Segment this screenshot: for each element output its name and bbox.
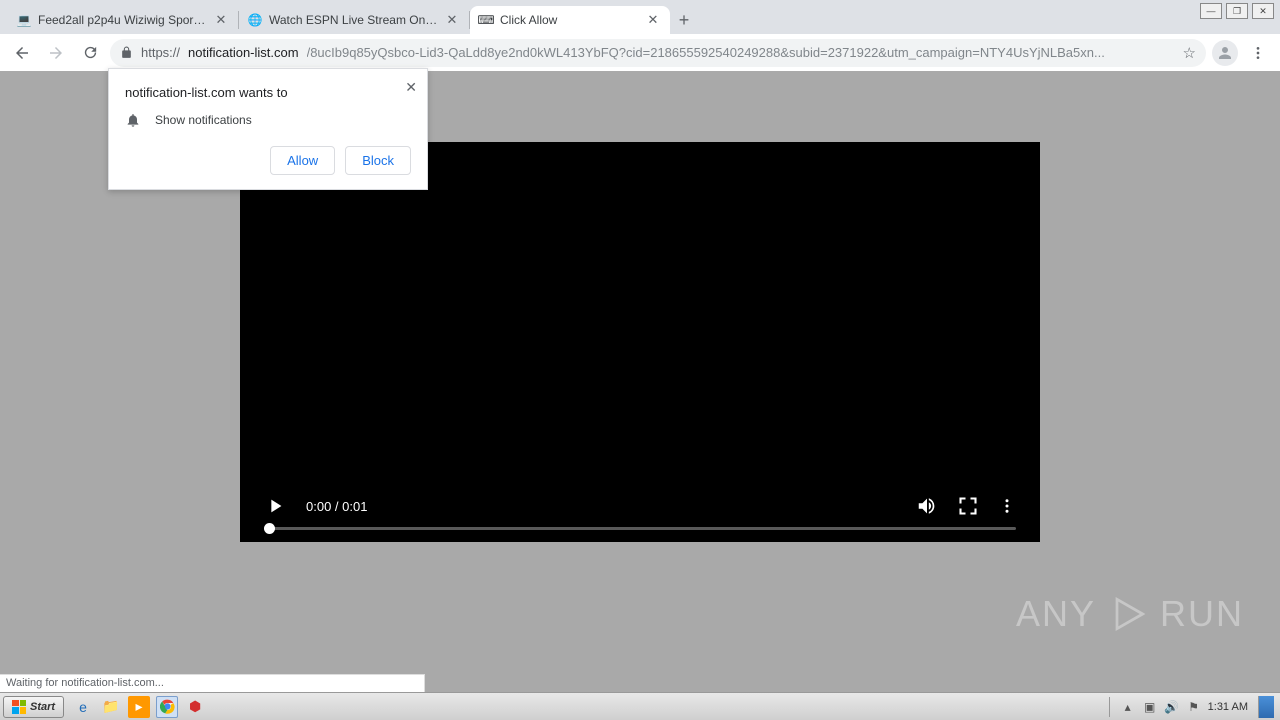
lock-icon bbox=[120, 46, 133, 59]
reload-button[interactable] bbox=[76, 39, 104, 67]
nav-toolbar: https:// notification-list.com/8ucIb9q85y… bbox=[0, 34, 1280, 71]
clock[interactable]: 1:31 AM bbox=[1208, 701, 1248, 713]
shield-icon[interactable]: ⬢ bbox=[184, 696, 206, 718]
close-window-button[interactable]: ✕ bbox=[1252, 3, 1274, 19]
close-icon[interactable]: ✕ bbox=[646, 13, 660, 27]
ie-icon[interactable]: e bbox=[72, 696, 94, 718]
favicon-icon: 💻 bbox=[16, 12, 32, 28]
volume-tray-icon[interactable]: 🔊 bbox=[1164, 699, 1180, 715]
kebab-menu-icon[interactable] bbox=[1244, 39, 1272, 67]
browser-chrome: — ❐ ✕ 💻 Feed2all p2p4u Wiziwig Sports Li… bbox=[0, 0, 1280, 71]
media-player-icon[interactable]: ▸ bbox=[128, 696, 150, 718]
start-label: Start bbox=[30, 701, 55, 713]
video-player[interactable]: 0:00 / 0:01 bbox=[240, 142, 1040, 542]
block-button[interactable]: Block bbox=[345, 146, 411, 175]
taskbar: Start e 📁 ▸ ⬢ ▴ ▣ 🔊 ⚑ 1:31 AM bbox=[0, 692, 1280, 720]
close-icon[interactable]: ✕ bbox=[405, 79, 417, 96]
permission-origin-text: notification-list.com wants to bbox=[125, 85, 411, 100]
tray-app-icon[interactable]: ▣ bbox=[1142, 699, 1158, 715]
notification-permission-dialog: ✕ notification-list.com wants to Show no… bbox=[108, 68, 428, 190]
minimize-button[interactable]: — bbox=[1200, 3, 1222, 19]
system-tray: ▴ ▣ 🔊 ⚑ 1:31 AM bbox=[1105, 696, 1280, 718]
watermark-play-icon bbox=[1106, 592, 1150, 636]
volume-icon[interactable] bbox=[916, 495, 938, 517]
more-options-icon[interactable] bbox=[998, 497, 1016, 515]
back-button[interactable] bbox=[8, 39, 36, 67]
quick-launch: e 📁 ▸ ⬢ bbox=[72, 696, 206, 718]
browser-tab-2[interactable]: ⌨ Click Allow ✕ bbox=[470, 6, 670, 34]
tab-title: Click Allow bbox=[500, 13, 640, 27]
windows-logo-icon bbox=[12, 700, 26, 714]
window-controls: — ❐ ✕ bbox=[1200, 3, 1274, 19]
watermark-right: RUN bbox=[1160, 593, 1244, 635]
forward-button[interactable] bbox=[42, 39, 70, 67]
profile-avatar[interactable] bbox=[1212, 40, 1238, 66]
new-tab-button[interactable]: + bbox=[670, 6, 698, 34]
fullscreen-icon[interactable] bbox=[958, 496, 978, 516]
video-controls: 0:00 / 0:01 bbox=[240, 495, 1040, 530]
allow-button[interactable]: Allow bbox=[270, 146, 335, 175]
watermark: ANY RUN bbox=[1016, 592, 1244, 636]
browser-tab-1[interactable]: 🌐 Watch ESPN Live Stream Online ✕ bbox=[239, 6, 469, 34]
time-display: 0:00 / 0:01 bbox=[306, 499, 367, 514]
tab-title: Feed2all p2p4u Wiziwig Sports Live F bbox=[38, 13, 208, 27]
progress-thumb[interactable] bbox=[264, 523, 275, 534]
explorer-icon[interactable]: 📁 bbox=[100, 696, 122, 718]
close-icon[interactable]: ✕ bbox=[214, 13, 228, 27]
tab-title: Watch ESPN Live Stream Online bbox=[269, 13, 439, 27]
browser-tab-0[interactable]: 💻 Feed2all p2p4u Wiziwig Sports Live F ✕ bbox=[8, 6, 238, 34]
start-button[interactable]: Start bbox=[3, 696, 64, 718]
maximize-button[interactable]: ❐ bbox=[1226, 3, 1248, 19]
bookmark-star-icon[interactable]: ☆ bbox=[1183, 44, 1196, 62]
tab-strip: 💻 Feed2all p2p4u Wiziwig Sports Live F ✕… bbox=[0, 0, 1280, 34]
url-scheme: https:// bbox=[141, 45, 180, 60]
show-desktop-button[interactable] bbox=[1258, 696, 1274, 718]
chevron-up-icon[interactable]: ▴ bbox=[1120, 699, 1136, 715]
url-host: notification-list.com bbox=[188, 45, 299, 60]
progress-bar[interactable] bbox=[264, 527, 1016, 530]
bell-icon bbox=[125, 112, 141, 128]
chrome-icon[interactable] bbox=[156, 696, 178, 718]
url-path: /8ucIb9q85yQsbco-Lid3-QaLdd8ye2nd0kWL413… bbox=[307, 45, 1175, 60]
permission-item-label: Show notifications bbox=[155, 113, 252, 127]
close-icon[interactable]: ✕ bbox=[445, 13, 459, 27]
address-bar[interactable]: https:// notification-list.com/8ucIb9q85y… bbox=[110, 39, 1206, 67]
flag-tray-icon[interactable]: ⚑ bbox=[1186, 699, 1202, 715]
favicon-icon: ⌨ bbox=[478, 12, 494, 28]
play-button[interactable] bbox=[264, 495, 286, 517]
watermark-left: ANY bbox=[1016, 593, 1096, 635]
status-bar: Waiting for notification-list.com... bbox=[0, 674, 425, 692]
favicon-icon: 🌐 bbox=[247, 12, 263, 28]
